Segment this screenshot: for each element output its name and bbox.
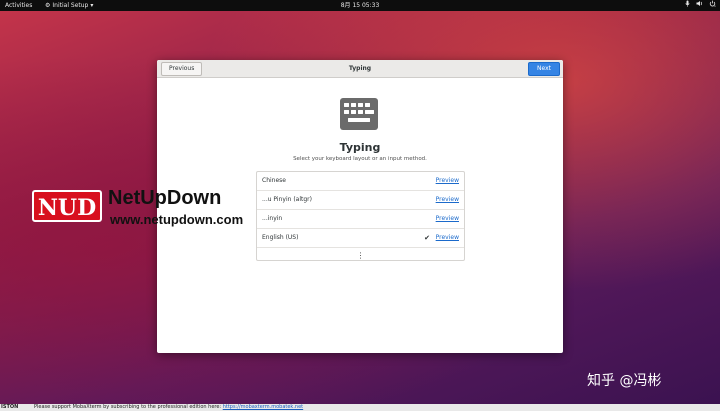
zhihu-watermark: 知乎 @冯彬 (587, 373, 662, 389)
layout-row-pinyin[interactable]: ...inyin Preview (257, 210, 464, 229)
power-icon (709, 0, 716, 7)
bottom-status-bar: ISTON Please support MobaXterm by subscr… (0, 404, 720, 411)
watermark-title: NetUpDown (108, 187, 222, 209)
page-title: Typing (339, 141, 381, 154)
layout-list: Chinese Preview ...u Pinyin (altgr) Prev… (256, 171, 465, 261)
header-bar: Typing Previous Next (157, 60, 563, 78)
netupdown-logo: NUD (32, 190, 102, 222)
volume-icon (696, 1, 702, 6)
layout-row-english-us[interactable]: English (US) ✔ Preview (257, 229, 464, 248)
next-button[interactable]: Next (528, 62, 560, 76)
system-tray[interactable] (685, 0, 716, 7)
layout-row-chinese[interactable]: Chinese Preview (257, 172, 464, 191)
preview-link[interactable]: Preview (436, 229, 459, 247)
netupdown-watermark: NUD NetUpDown www.netupdown.com (32, 187, 282, 232)
more-options-button[interactable]: ⋮ (257, 248, 464, 263)
subscribe-link[interactable]: https://mobaxterm.mobatek.net (223, 404, 303, 410)
page-subtitle: Select your keyboard layout or an input … (293, 156, 427, 162)
preview-link[interactable]: Preview (436, 191, 459, 209)
clock[interactable]: 8月 15 05:33 (0, 0, 720, 11)
preview-link[interactable]: Preview (436, 172, 459, 190)
previous-button[interactable]: Previous (161, 62, 203, 76)
status-message: Please support MobaXterm by subscribing … (34, 404, 303, 411)
watermark-url: www.netupdown.com (110, 212, 244, 227)
keyboard-icon (340, 98, 378, 130)
window-title: Typing (348, 65, 372, 72)
checkmark-icon: ✔ (424, 234, 430, 242)
status-text: Please support MobaXterm by subscribing … (34, 404, 222, 410)
microphone-icon (685, 0, 690, 7)
preview-link[interactable]: Preview (436, 210, 459, 228)
status-label: ISTON (1, 404, 19, 410)
layout-row-pinyin-altgr[interactable]: ...u Pinyin (altgr) Preview (257, 191, 464, 210)
top-bar: Activities ⚙ Initial Setup ▾ 8月 15 05:33 (0, 0, 720, 11)
